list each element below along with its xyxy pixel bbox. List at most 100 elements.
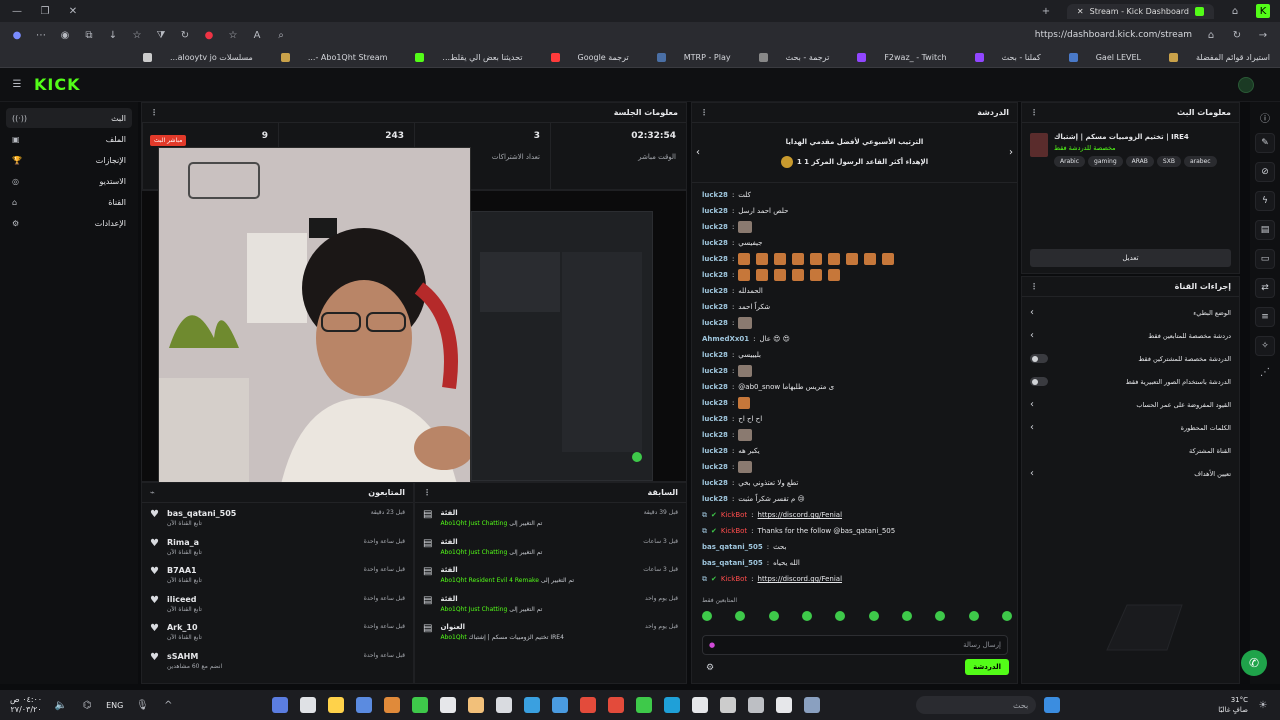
taskbar-app-icon[interactable] [803, 697, 820, 713]
toggle-switch[interactable] [1030, 377, 1048, 386]
emote-button[interactable] [1001, 611, 1012, 621]
wrench-icon[interactable]: ✧ [1255, 336, 1275, 356]
bookmark-item[interactable]: MTRP - Play [643, 53, 731, 62]
sidebar-item[interactable]: البث ((·)) [6, 108, 132, 128]
home-icon[interactable]: ⌂ [1228, 4, 1242, 18]
info-icon[interactable]: ⓘ [1258, 110, 1272, 125]
more-options-icon[interactable]: ⋮ [150, 108, 158, 117]
emote-button[interactable] [935, 611, 946, 621]
chat-username[interactable]: KickBot [721, 575, 747, 583]
user-avatar[interactable] [1238, 77, 1254, 93]
windows-start-icon[interactable] [1044, 697, 1061, 713]
bookmark-item[interactable]: F2waz_ - Twitch [843, 53, 947, 62]
restore-icon[interactable]: ❐ [38, 4, 52, 18]
filter-icon[interactable]: ⌁ [150, 488, 155, 497]
taskbar-app-icon[interactable] [691, 697, 708, 713]
chat-username[interactable]: luck28 [702, 479, 728, 487]
taskbar-app-icon[interactable] [327, 697, 344, 713]
chat-username[interactable]: luck28 [702, 463, 728, 471]
emote-button[interactable] [868, 611, 879, 621]
bookmark-item[interactable]: ترجمة Google [537, 53, 629, 62]
chat-username[interactable]: luck28 [702, 495, 728, 503]
chat-username[interactable]: luck28 [702, 447, 728, 455]
more-options-icon[interactable]: ⋮ [1030, 282, 1038, 291]
chat-username[interactable]: KickBot [721, 527, 747, 535]
taskbar-app-icon[interactable] [439, 697, 456, 713]
taskbar-app-icon[interactable] [299, 697, 316, 713]
language-indicator[interactable]: ENG [106, 701, 123, 710]
taskbar-app-icon[interactable] [411, 697, 428, 713]
channel-action-row[interactable]: القيود المفروضة على عمر الحساب › [1022, 393, 1239, 416]
taskbar-app-icon[interactable] [775, 697, 792, 713]
bookmark-item[interactable]: ترجمة - بحث [745, 53, 829, 62]
bookmark-item[interactable]: تحديثنا بعض الي يقلط... [401, 53, 523, 62]
emoji-icon[interactable]: ● [709, 641, 715, 649]
sidebar-item[interactable]: الملف ▣ [6, 129, 132, 149]
copilot-icon[interactable]: ● [10, 28, 24, 42]
taskbar-search[interactable]: بحث [916, 696, 1037, 714]
chevron-left-icon[interactable]: ‹ [696, 147, 700, 158]
read-aloud-icon[interactable]: A [250, 28, 264, 42]
more-options-icon[interactable]: ⋮ [700, 108, 708, 117]
chat-username[interactable]: luck28 [702, 415, 728, 423]
chat-input[interactable]: إرسال رسالة ● [702, 635, 1008, 655]
channel-action-row[interactable]: دردشة مخصصة للمتابعين فقط › [1022, 324, 1239, 347]
chat-username[interactable]: luck28 [702, 255, 728, 263]
taskbar-app-icon[interactable] [523, 697, 540, 713]
kick-logo[interactable]: KICK [34, 75, 81, 94]
tag-chip[interactable]: ARAB [1125, 156, 1154, 167]
home-button-icon[interactable]: ⌂ [1204, 28, 1218, 42]
taskbar-app-icon[interactable] [747, 697, 764, 713]
clipboard-icon[interactable]: ▤ [1255, 220, 1275, 240]
taskbar-app-icon[interactable] [271, 697, 288, 713]
tag-chip[interactable]: Arabic [1054, 156, 1086, 167]
tab-close-icon[interactable]: ✕ [1077, 7, 1084, 16]
bookmark-item[interactable]: Gael LEVEL [1055, 53, 1141, 62]
emote-button[interactable] [735, 611, 746, 621]
follower-name[interactable]: iliceed [167, 595, 202, 604]
favorites-icon[interactable]: ☆ [130, 28, 144, 42]
sidebar-item[interactable]: القناة ⌂ [6, 192, 132, 212]
zoom-icon[interactable]: ⌕ [274, 28, 288, 42]
chat-username[interactable]: luck28 [702, 287, 728, 295]
follower-name[interactable]: sSAHM [167, 652, 222, 661]
reload-icon[interactable]: ↻ [1230, 28, 1244, 42]
menu-icon[interactable]: ☰ [10, 78, 24, 92]
ban-icon[interactable]: ⊘ [1255, 162, 1275, 182]
chat-username[interactable]: luck28 [702, 383, 728, 391]
list-icon[interactable]: ≡ [1255, 307, 1275, 327]
edit-button[interactable]: تعديل [1030, 249, 1231, 267]
channel-action-row[interactable]: الكلمات المحظورة › [1022, 416, 1239, 439]
channel-action-row[interactable]: الدردشة مخصصة للمشتركين فقط [1022, 347, 1239, 370]
follower-name[interactable]: Rima_a [167, 538, 202, 547]
profile-icon[interactable]: ◉ [58, 28, 72, 42]
toggle-switch[interactable] [1030, 354, 1048, 363]
refresh-ext-icon[interactable]: ↻ [178, 28, 192, 42]
emote-button[interactable] [968, 611, 979, 621]
bookmark-item[interactable]: كملنا - بحث [961, 53, 1041, 62]
taskbar-app-icon[interactable] [579, 697, 596, 713]
chat-text[interactable]: https://discord.gg/Fenial [758, 511, 843, 519]
chat-username[interactable]: bas_qatani_505 [702, 543, 763, 551]
chat-username[interactable]: luck28 [702, 303, 728, 311]
tray-chevron-icon[interactable]: ^ [161, 698, 175, 712]
support-chat-icon[interactable]: ✆ [1241, 650, 1267, 676]
follower-name[interactable]: B7AA1 [167, 566, 202, 575]
sidebar-item[interactable]: الإعدادات ⚙ [6, 213, 132, 233]
chat-username[interactable]: luck28 [702, 431, 728, 439]
tag-chip[interactable]: SXB [1156, 156, 1181, 167]
kick-app-icon[interactable]: K [1256, 4, 1270, 18]
follower-name[interactable]: bas_qatani_505 [167, 509, 236, 518]
chat-username[interactable]: AhmedXx01 [702, 335, 749, 343]
sidebar-item[interactable]: الاستديو ◎ [6, 171, 132, 191]
channel-action-row[interactable]: القناة المشتركة [1022, 439, 1239, 462]
minimize-icon[interactable]: — [10, 4, 24, 18]
chat-username[interactable]: luck28 [702, 399, 728, 407]
record-icon[interactable]: ● [202, 28, 216, 42]
taskbar-app-icon[interactable] [551, 697, 568, 713]
swap-icon[interactable]: ⇄ [1255, 278, 1275, 298]
chat-username[interactable]: bas_qatani_505 [702, 559, 763, 567]
follower-name[interactable]: Ark_10 [167, 623, 202, 632]
share-icon[interactable]: ⋰ [1258, 365, 1272, 379]
mic-icon[interactable]: 🎙 [135, 698, 149, 712]
